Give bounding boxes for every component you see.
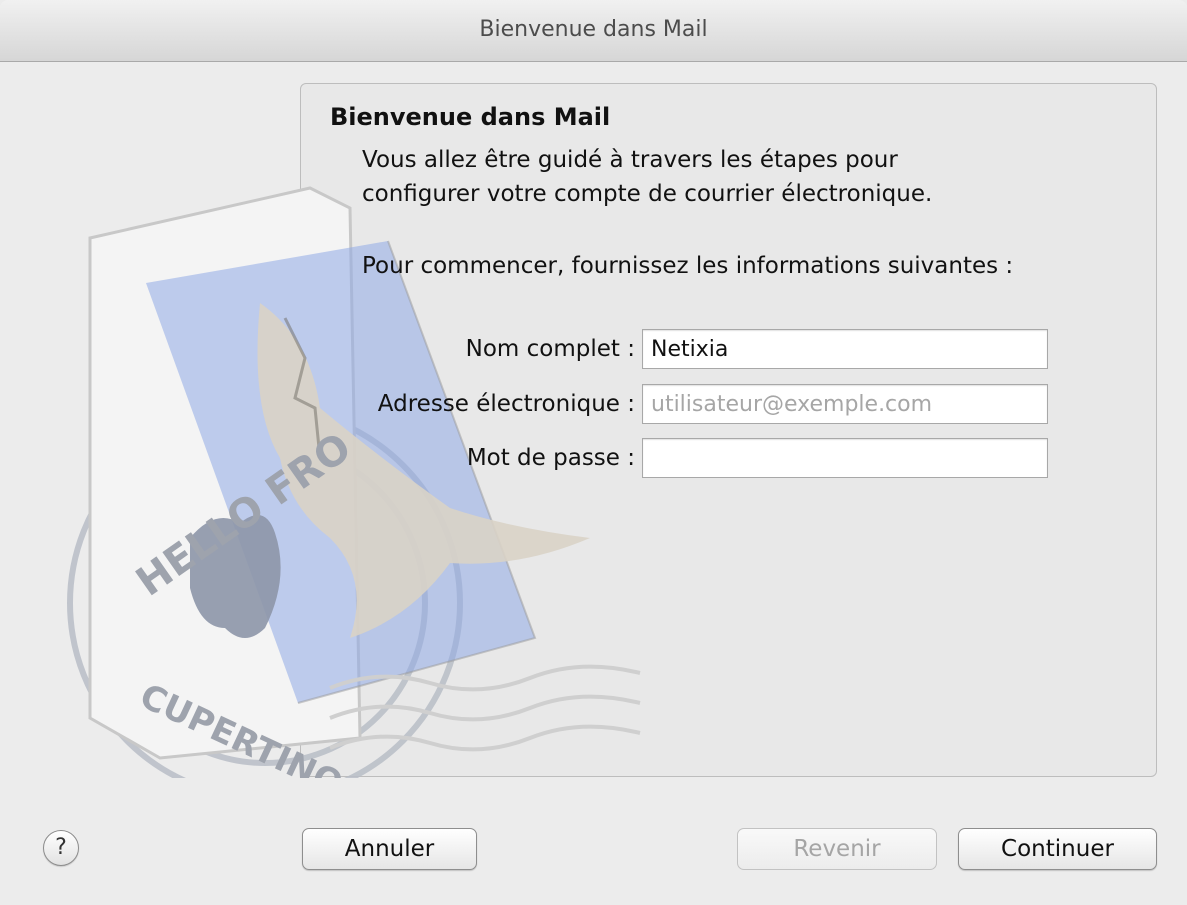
password-field[interactable] (642, 438, 1048, 478)
full-name-label: Nom complet : (465, 336, 635, 362)
title-bar: Bienvenue dans Mail (0, 0, 1187, 62)
password-row: Mot de passe : (300, 438, 1060, 478)
full-name-field[interactable] (642, 329, 1048, 369)
password-label: Mot de passe : (466, 445, 635, 471)
intro-text: Vous allez être guidé à travers les étap… (362, 143, 932, 211)
intro-line-2: configurer votre compte de courrier élec… (362, 181, 933, 207)
full-name-row: Nom complet : (300, 329, 1060, 369)
prompt-text: Pour commencer, fournissez les informati… (362, 253, 1014, 279)
window-title: Bienvenue dans Mail (479, 17, 708, 42)
intro-line-1: Vous allez être guidé à travers les étap… (362, 147, 898, 173)
continue-button[interactable]: Continuer (958, 828, 1157, 870)
cancel-button[interactable]: Annuler (302, 828, 477, 870)
window-body: HELLO FRO CUPERTINO Bienvenue dans Mail … (0, 63, 1187, 905)
email-field[interactable] (642, 384, 1048, 424)
back-button[interactable]: Revenir (737, 828, 937, 870)
help-button[interactable]: ? (43, 830, 79, 866)
email-row: Adresse électronique : (300, 384, 1060, 424)
page-heading: Bienvenue dans Mail (330, 103, 611, 131)
email-label: Adresse électronique : (377, 391, 635, 417)
